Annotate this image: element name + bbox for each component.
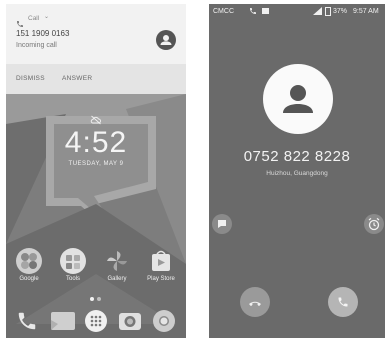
remind-me-button[interactable]: [364, 214, 384, 234]
contact-avatar: [156, 30, 176, 50]
notification-actions: DISMISS ANSWER: [6, 64, 186, 94]
chevron-down-icon: ⌄: [44, 14, 50, 20]
app-tools[interactable]: Tools: [58, 248, 88, 282]
app-label: Google: [19, 276, 39, 282]
alarm-icon: [368, 217, 380, 231]
caller-location: Huizhou, Guangdong: [266, 170, 328, 177]
app-label: Gallery: [107, 276, 127, 282]
decline-call-button[interactable]: [240, 287, 270, 317]
page-indicator-dot: [90, 297, 94, 301]
app-label: Tools: [65, 276, 80, 282]
signal-icon: [313, 7, 322, 17]
battery-percent: 37%: [333, 8, 348, 15]
dismiss-button[interactable]: DISMISS: [16, 75, 45, 82]
phone-icon[interactable]: [16, 310, 38, 332]
gallery-icon: [104, 248, 130, 274]
app-play-store[interactable]: Play Store: [146, 248, 176, 282]
app-google[interactable]: Google: [14, 248, 44, 282]
hang-up-icon: [249, 301, 261, 306]
answer-call-button[interactable]: [328, 287, 358, 317]
person-icon: [160, 35, 172, 45]
tools-folder-icon: [60, 248, 86, 274]
message-icon: [218, 220, 226, 228]
caller-number: 0752 822 8228: [243, 148, 351, 165]
status-time: 9:57 AM: [353, 8, 379, 15]
notification-app-label: Call: [28, 15, 40, 22]
reply-message-button[interactable]: [212, 214, 232, 234]
person-icon: [283, 85, 313, 113]
answer-button[interactable]: ANSWER: [62, 75, 92, 82]
play-store-icon: [148, 248, 174, 274]
left-phone-screen: Call ⌄ 151 1909 0163 Incoming call DISMI…: [6, 4, 186, 338]
app-label: Play Store: [147, 276, 175, 282]
battery-icon: [325, 7, 331, 16]
caller-avatar: [263, 64, 333, 134]
call-state: Incoming call: [16, 42, 57, 49]
google-folder-icon: [16, 248, 42, 274]
messages-icon[interactable]: [50, 310, 75, 332]
lockscreen-clock: 4:52: [64, 126, 128, 159]
right-phone-screen: CMCC 37% 9:57 AM 0752 822 8228 Huizhou, …: [209, 4, 385, 338]
phone-icon: [338, 297, 348, 307]
image-notification-icon: [262, 8, 269, 14]
chrome-icon[interactable]: [152, 309, 175, 332]
page-indicator-dot: [97, 297, 101, 301]
status-bar: CMCC 37% 9:57 AM: [209, 4, 385, 19]
incoming-call-notification[interactable]: Call ⌄ 151 1909 0163 Incoming call: [6, 4, 186, 64]
app-gallery[interactable]: Gallery: [102, 248, 132, 282]
carrier-name: CMCC: [213, 8, 234, 15]
app-drawer-icon[interactable]: [85, 310, 107, 332]
camera-icon[interactable]: [118, 310, 141, 332]
call-status-icon: [249, 7, 257, 17]
lockscreen-date: TUESDAY, MAY 9: [68, 161, 124, 167]
caller-number: 151 1909 0163: [16, 29, 70, 38]
